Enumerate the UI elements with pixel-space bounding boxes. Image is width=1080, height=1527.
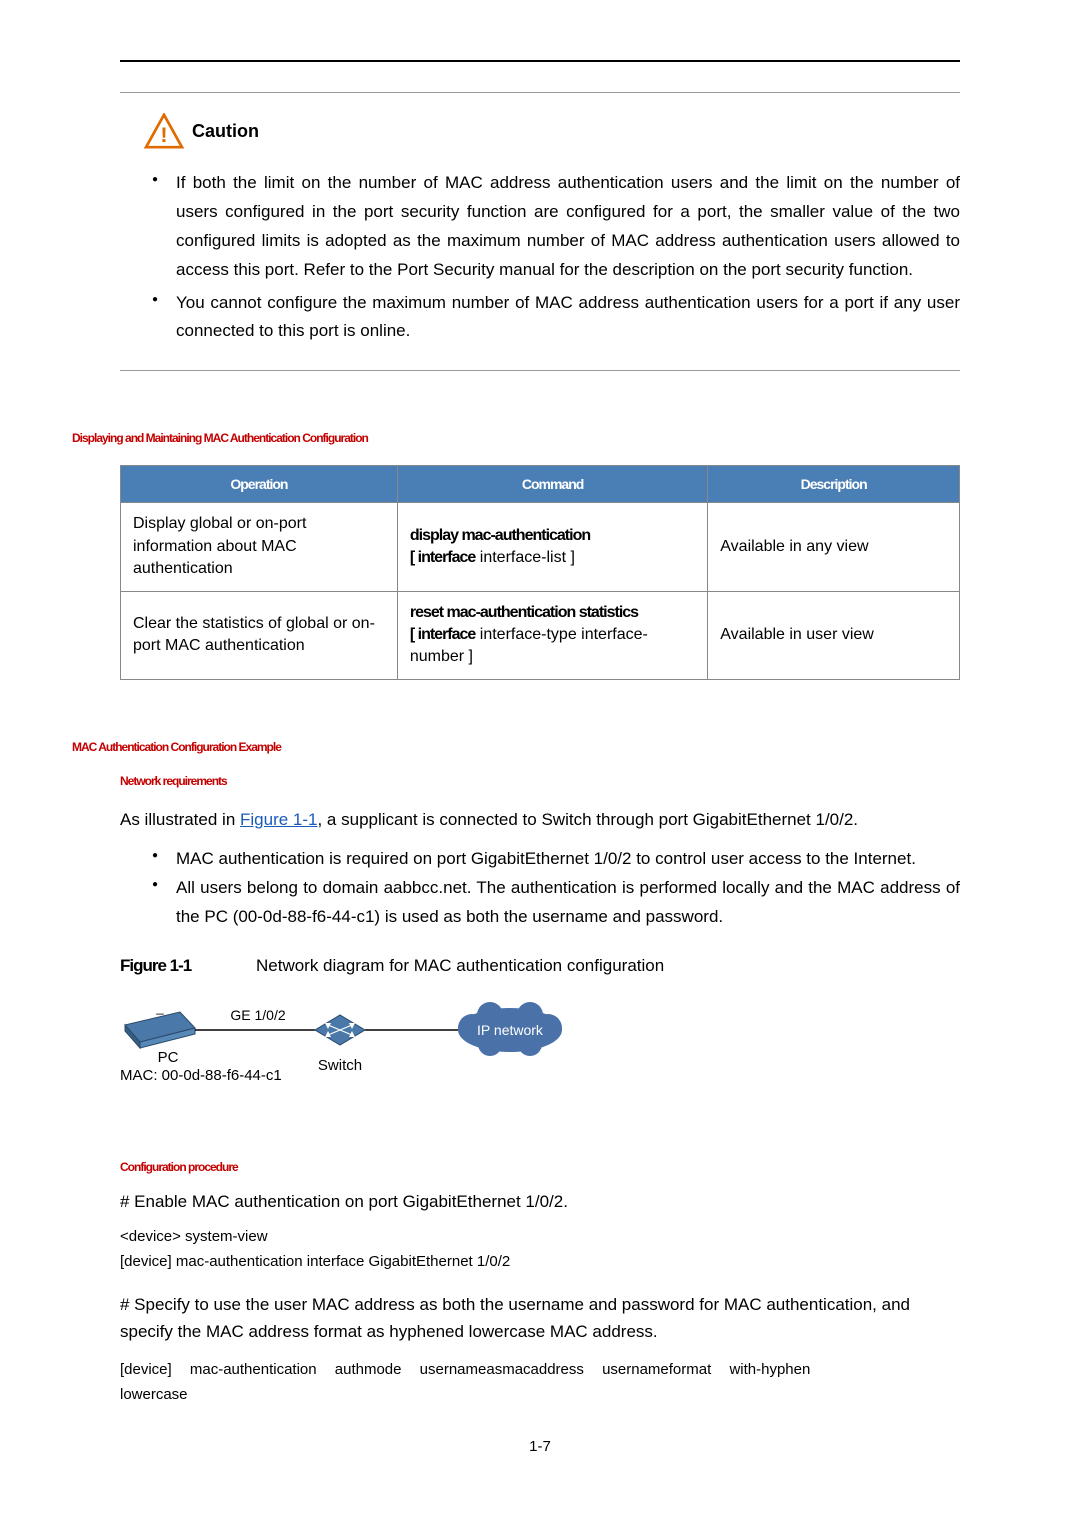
intro-prefix: As illustrated in [120,810,240,829]
caution-item: You cannot configure the maximum number … [144,289,960,347]
cell-description: Available in user view [708,591,960,679]
cmd-bold: reset mac-authentication statistics [410,604,638,621]
warning-icon: ! [144,113,184,149]
cell-operation: Display global or on-port information ab… [121,503,398,591]
cell-command: reset mac-authentication statistics [ in… [397,591,707,679]
table-row: Clear the statistics of global or on-por… [121,591,960,679]
caution-item: If both the limit on the number of MAC a… [144,169,960,285]
intro-suffix: , a supplicant is connected to Switch th… [317,810,858,829]
caution-list: If both the limit on the number of MAC a… [120,169,960,346]
caution-label: Caution [192,121,259,142]
cell-operation: Clear the statistics of global or on-por… [121,591,398,679]
figure-number: Figure 1-1 [120,956,191,975]
svg-text:!: ! [160,122,167,147]
cmd-bold: display mac-authentication [410,527,590,544]
switch-label: Switch [318,1057,362,1074]
figure-title: Network diagram for MAC authentication c… [256,956,664,975]
table-header-row: Operation Command Description [121,466,960,503]
cell-command: display mac-authentication [ interface i… [397,503,707,591]
top-rule [120,60,960,62]
intro-paragraph: As illustrated in Figure 1-1, a supplica… [120,806,960,833]
th-command: Command [397,466,707,503]
list-item: All users belong to domain aabbcc.net. T… [144,874,960,932]
th-description: Description [708,466,960,503]
page-number: 1-7 [120,1438,960,1455]
pc-label: PC [158,1049,179,1066]
mac-label: MAC: 00-0d-88-f6-44-c1 [120,1067,282,1084]
caution-header: ! Caution [120,113,960,149]
figure-caption: Figure 1-1 Network diagram for MAC authe… [120,956,960,976]
cmd-open: [ interface [410,626,475,643]
ge-label: GE 1/0/2 [230,1007,285,1023]
step-text: # Enable MAC authentication on port Giga… [120,1192,960,1212]
code-block: <device> system-view [device] mac-authen… [120,1224,960,1275]
table-row: Display global or on-port information ab… [121,503,960,591]
config-table: Operation Command Description Display gl… [120,465,960,679]
figure-link[interactable]: Figure 1-1 [240,810,317,829]
code-line: <device> system-view [120,1224,960,1250]
subsection-network-req: Network requirements [120,774,960,788]
caution-box: ! Caution If both the limit on the numbe… [120,92,960,371]
th-operation: Operation [121,466,398,503]
network-diagram: _ GE 1/0/2 IP network PC MAC: 00-0d-88-f… [120,990,960,1090]
network-label: IP network [477,1022,544,1038]
svg-text:_: _ [155,1000,164,1015]
section-heading-displaying: Displaying and Maintaining MAC Authentic… [72,431,960,445]
step-text: # Specify to use the user MAC address as… [120,1291,960,1345]
code-line: lowercase [120,1382,960,1408]
cmd-rest: interface-list ] [475,549,575,566]
cell-description: Available in any view [708,503,960,591]
requirements-list: MAC authentication is required on port G… [120,845,960,932]
code-block: [device] mac-authentication authmode use… [120,1357,960,1408]
code-line: [device] mac-authentication authmode use… [120,1357,960,1383]
cmd-open: [ interface [410,549,475,566]
list-item: MAC authentication is required on port G… [144,845,960,874]
section-heading-example: MAC Authentication Configuration Example [72,740,960,754]
code-line: [device] mac-authentication interface Gi… [120,1249,960,1275]
subsection-config-proc: Configuration procedure [120,1160,960,1174]
